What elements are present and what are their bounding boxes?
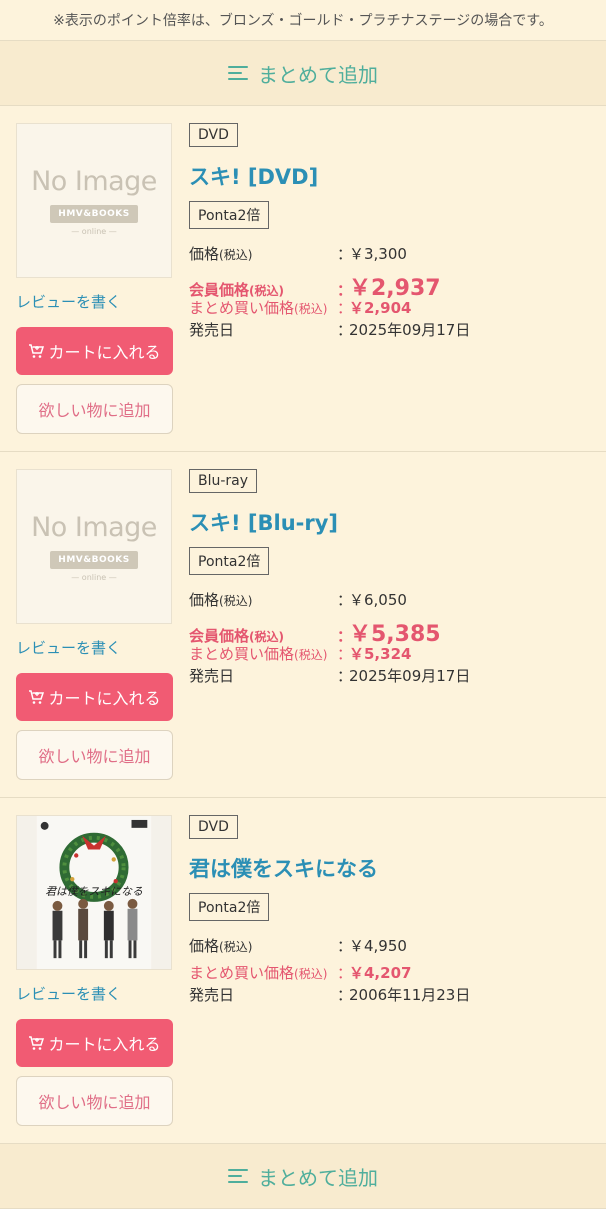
colon: ： (337, 591, 353, 609)
list-icon (228, 65, 248, 81)
colon: ： (337, 937, 353, 955)
product-item: 君は僕をスキになる レビューを書く カートに入れる 欲しい物に追加 DVD 君は… (0, 798, 606, 1143)
format-tag: Blu-ray (189, 469, 258, 493)
release-date-label: 発売日 (189, 986, 235, 1004)
no-image-text: No Image (31, 165, 157, 197)
product-list: No Image HMV&BOOKS — online — レビューを書く カー… (0, 106, 606, 1143)
bulk-price-value: ￥4,207 (349, 964, 412, 982)
add-to-cart-label: カートに入れる (48, 343, 161, 362)
hmv-books-logo: HMV&BOOKS (50, 204, 138, 223)
price-label: 価格 (189, 937, 220, 955)
cart-icon (28, 343, 45, 359)
tax-label: (税込) (294, 648, 328, 662)
format-tag: DVD (189, 815, 238, 839)
cover-title-text: 君は僕をスキになる (45, 885, 143, 898)
bulk-price-label: まとめ買い価格 (189, 645, 295, 663)
release-date-label: 発売日 (189, 321, 235, 339)
colon: ： (337, 667, 353, 685)
add-to-cart-button[interactable]: カートに入れる (16, 673, 173, 721)
release-date-value: 2025年09月17日 (349, 667, 471, 685)
point-rate-notice: ※表示のポイント倍率は、ブロンズ・ゴールド・プラチナステージの場合です。 (53, 13, 553, 29)
colon: ： (337, 964, 353, 982)
format-tag: DVD (189, 123, 238, 147)
price-value: ￥6,050 (349, 591, 407, 609)
price-value: ￥3,300 (349, 245, 407, 263)
add-to-wishlist-button[interactable]: 欲しい物に追加 (16, 384, 173, 434)
tax-label: (税込) (294, 302, 328, 316)
bulk-add-button-bottom[interactable]: まとめて追加 (0, 1143, 606, 1209)
add-to-wishlist-button[interactable]: 欲しい物に追加 (16, 730, 173, 780)
add-to-cart-button[interactable]: カートに入れる (16, 1019, 173, 1067)
bulk-price-value: ￥2,904 (349, 299, 412, 317)
bulk-price-value: ￥5,324 (349, 645, 412, 663)
tax-label: (税込) (219, 594, 253, 608)
product-title[interactable]: スキ! [Blu-ry] (189, 507, 596, 537)
bulk-add-label: まとめて追加 (258, 1165, 378, 1190)
ponta-tag: Ponta2倍 (189, 893, 270, 921)
ponta-tag: Ponta2倍 (189, 547, 270, 575)
hmv-books-logo: HMV&BOOKS (50, 550, 138, 569)
product-cover-image[interactable]: 君は僕をスキになる (16, 815, 172, 970)
colon: ： (337, 645, 353, 663)
price-value: ￥4,950 (349, 937, 407, 955)
tax-label: (税込) (249, 630, 284, 644)
tax-label: (税込) (219, 940, 253, 954)
product-item: No Image HMV&BOOKS — online — レビューを書く カー… (0, 452, 606, 798)
write-review-link[interactable]: レビューを書く (16, 637, 121, 658)
add-to-wishlist-button[interactable]: 欲しい物に追加 (16, 1076, 173, 1126)
tax-label: (税込) (249, 284, 284, 298)
write-review-link[interactable]: レビューを書く (16, 291, 121, 312)
cart-icon (28, 1035, 45, 1051)
online-label: — online — (71, 226, 117, 236)
product-thumbnail[interactable]: No Image HMV&BOOKS — online — (16, 469, 172, 624)
product-title[interactable]: 君は僕をスキになる (189, 853, 596, 883)
write-review-link[interactable]: レビューを書く (16, 983, 121, 1004)
price-label: 価格 (189, 591, 220, 609)
cart-icon (28, 689, 45, 705)
add-to-cart-label: カートに入れる (48, 1035, 161, 1054)
tax-label: (税込) (219, 248, 253, 262)
release-date-label: 発売日 (189, 667, 235, 685)
ponta-tag: Ponta2倍 (189, 201, 270, 229)
bulk-price-label: まとめ買い価格 (189, 964, 295, 982)
dvd-cover-art: 君は僕をスキになる (17, 816, 171, 969)
bulk-price-label: まとめ買い価格 (189, 299, 295, 317)
product-title[interactable]: スキ! [DVD] (189, 161, 596, 191)
list-icon (228, 1168, 248, 1184)
add-to-cart-label: カートに入れる (48, 689, 161, 708)
online-label: — online — (71, 572, 117, 582)
release-date-value: 2006年11月23日 (349, 986, 471, 1004)
colon: ： (337, 321, 353, 339)
colon: ： (337, 299, 353, 317)
colon: ： (337, 986, 353, 1004)
bulk-add-button-top[interactable]: まとめて追加 (0, 40, 606, 106)
bulk-add-label: まとめて追加 (258, 62, 378, 87)
colon: ： (337, 245, 353, 263)
no-image-text: No Image (31, 511, 157, 543)
product-item: No Image HMV&BOOKS — online — レビューを書く カー… (0, 106, 606, 452)
add-to-cart-button[interactable]: カートに入れる (16, 327, 173, 375)
product-thumbnail[interactable]: No Image HMV&BOOKS — online — (16, 123, 172, 278)
price-label: 価格 (189, 245, 220, 263)
release-date-value: 2025年09月17日 (349, 321, 471, 339)
tax-label: (税込) (294, 967, 328, 981)
